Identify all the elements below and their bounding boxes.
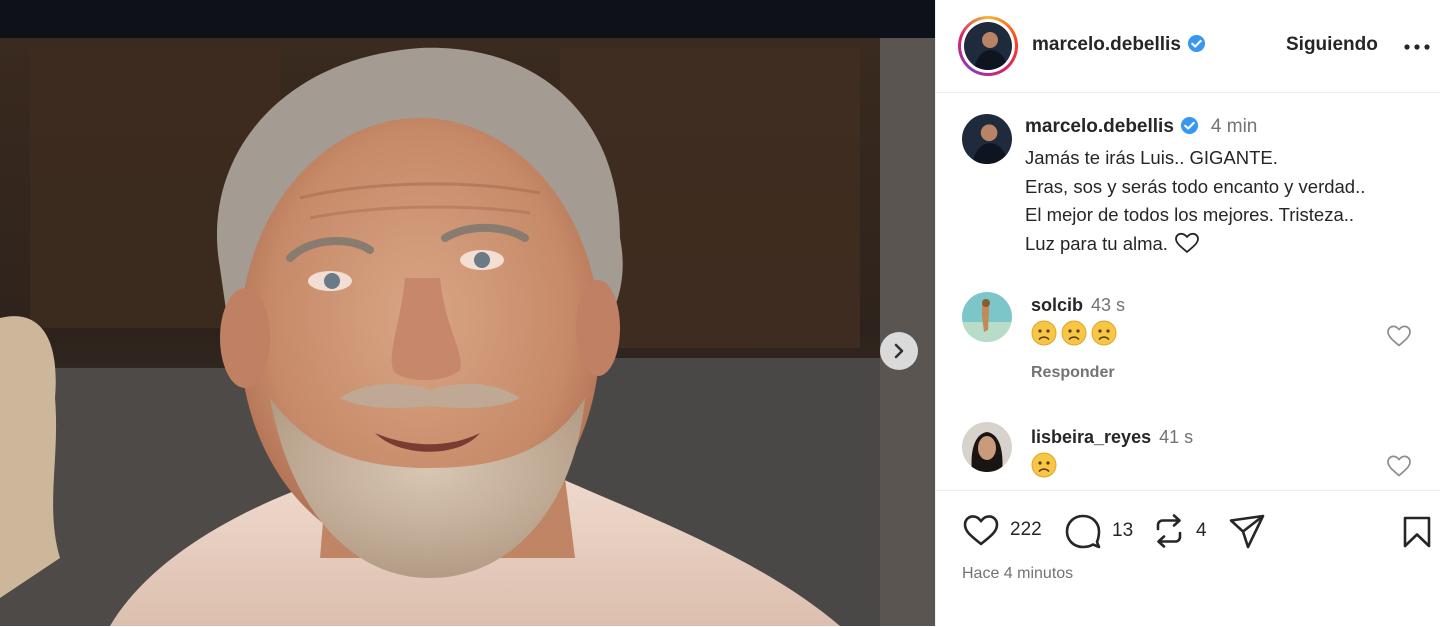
commenter-avatar[interactable] <box>962 292 1012 342</box>
repost-count: 4 <box>1196 520 1207 541</box>
caption-avatar[interactable] <box>962 114 1012 164</box>
heart-icon <box>963 515 999 546</box>
commenter-name[interactable]: lisbeira_reyes <box>1031 427 1151 447</box>
next-photo-button[interactable] <box>880 332 918 370</box>
following-button[interactable]: Siguiendo <box>1286 34 1378 56</box>
avatar <box>964 22 1012 70</box>
save-button[interactable] <box>1402 515 1432 554</box>
comment-timestamp: 41 s <box>1159 427 1194 447</box>
caption-line: El mejor de todos los mejores. Tristeza.… <box>1025 204 1355 226</box>
media-top-bar <box>0 0 935 38</box>
comment-timestamp: 43 s <box>1091 295 1126 315</box>
caption-author-name[interactable]: marcelo.debellis <box>1025 116 1174 137</box>
sad-face-icon <box>1091 320 1117 346</box>
comment-icon <box>1065 514 1101 549</box>
caption-text: Jamás te irás Luis.. GIGANTE. Eras, sos … <box>1025 144 1435 258</box>
story-avatar[interactable] <box>958 16 1018 76</box>
sad-face-icon <box>1031 320 1057 346</box>
repost-icon <box>1156 514 1182 548</box>
like-button[interactable]: 222 <box>962 513 1042 547</box>
sad-face-icon <box>1031 452 1057 478</box>
caption-author: marcelo.debellis 4 min <box>1025 116 1257 138</box>
share-icon <box>1229 514 1265 549</box>
save-icon <box>1403 516 1431 548</box>
post-author[interactable]: marcelo.debellis <box>1032 34 1206 56</box>
sad-face-icon <box>1061 320 1087 346</box>
commenter-name[interactable]: solcib <box>1031 295 1083 315</box>
comment-emojis <box>1031 320 1117 346</box>
more-horizontal-icon[interactable] <box>1404 44 1430 50</box>
share-button[interactable] <box>1228 513 1266 549</box>
photo-illustration <box>0 38 935 626</box>
repost-button[interactable]: 4 <box>1152 513 1207 549</box>
heart-outline-icon <box>1175 232 1199 253</box>
caption-timestamp[interactable]: 4 min <box>1211 116 1257 137</box>
commenter: lisbeira_reyes 41 s <box>1031 427 1193 448</box>
commenter-avatar[interactable] <box>962 422 1012 472</box>
post-media <box>0 0 935 626</box>
post-timestamp[interactable]: Hace 4 minutos <box>962 565 1073 583</box>
commenter: solcib 43 s <box>1031 295 1125 316</box>
caption-line: Luz para tu alma. <box>1025 232 1168 254</box>
comment-like-icon[interactable] <box>1386 454 1412 478</box>
caption-line: Eras, sos y serás todo encanto y verdad.… <box>1025 175 1366 197</box>
reply-button[interactable]: Responder <box>1031 364 1115 382</box>
comment-like-icon[interactable] <box>1386 324 1412 348</box>
chevron-right-icon <box>894 343 904 359</box>
post-photo <box>0 38 935 626</box>
post-author-name[interactable]: marcelo.debellis <box>1032 34 1181 55</box>
post-side-panel: marcelo.debellis Siguiendo marcelo.debel… <box>935 0 1440 626</box>
verified-badge-icon <box>1187 34 1205 53</box>
comment-emojis <box>1031 452 1057 478</box>
caption-line: Jamás te irás Luis.. GIGANTE. <box>1025 147 1278 168</box>
verified-badge-icon <box>1180 116 1198 135</box>
post-header: marcelo.debellis Siguiendo <box>936 0 1440 93</box>
comment-count: 13 <box>1112 520 1134 541</box>
comment-button[interactable]: 13 <box>1064 513 1133 549</box>
like-count: 222 <box>1010 519 1042 540</box>
post-actions: 222 13 4 Hace 4 minutos <box>936 490 1440 627</box>
